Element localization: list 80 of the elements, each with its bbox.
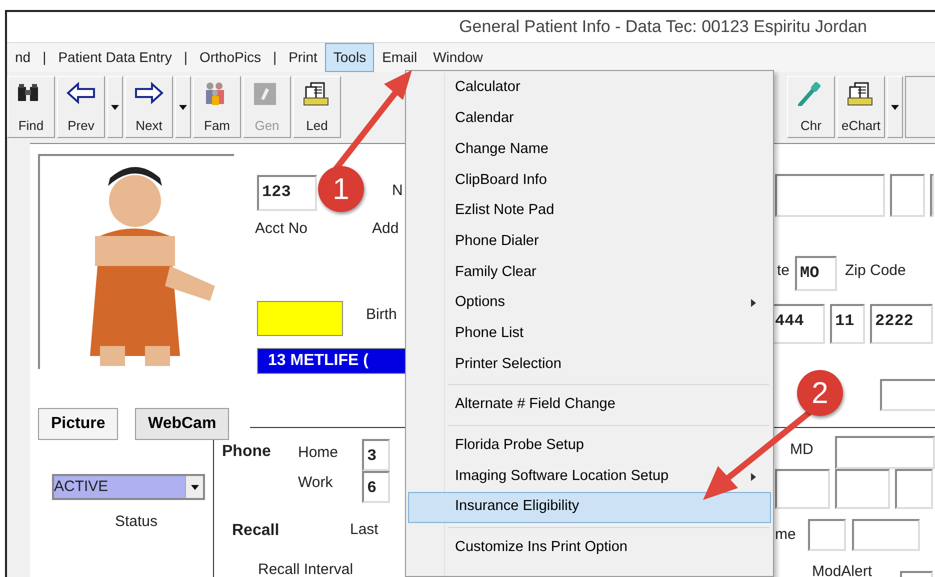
- menu-item[interactable]: Alternate # Field Change: [408, 390, 771, 421]
- field-label: me: [775, 525, 796, 545]
- toolbar-button[interactable]: Chr: [787, 76, 835, 138]
- menu-separator: |: [42, 48, 48, 67]
- dropdown-button[interactable]: [887, 76, 903, 138]
- field-label: Home: [298, 443, 338, 463]
- input-field[interactable]: 11: [830, 304, 865, 344]
- menu-item[interactable]: Florida Probe Setup: [408, 430, 771, 462]
- caret-icon: [111, 104, 119, 110]
- menu-item[interactable]: Options: [408, 288, 771, 318]
- menu-item[interactable]: OrthoPics: [191, 43, 269, 72]
- menu-item[interactable]: Ezlist Note Pad: [408, 196, 771, 226]
- toolbar-button[interactable]: Find: [7, 76, 55, 138]
- menu-item[interactable]: Calendar: [408, 104, 771, 134]
- caret-icon: [190, 484, 198, 490]
- input-field[interactable]: MO: [795, 256, 837, 291]
- tab[interactable]: Picture: [38, 408, 118, 440]
- input-field[interactable]: 123: [257, 175, 317, 211]
- left-arrow-icon: [66, 81, 96, 106]
- input-field[interactable]: 2222: [870, 304, 933, 344]
- window-title: General Patient Info - Data Tec: 00123 Espiritu Jordan: [459, 16, 867, 38]
- toolbar-button[interactable]: Next: [125, 76, 173, 138]
- menu-separator: |: [182, 48, 188, 67]
- field-label: Birth: [366, 305, 397, 325]
- input-field[interactable]: [808, 519, 846, 551]
- input-field[interactable]: [775, 174, 885, 217]
- menu-item[interactable]: Email: [374, 43, 426, 72]
- submenu-arrow-icon: [751, 299, 756, 308]
- menu-item[interactable]: Phone Dialer: [408, 226, 771, 258]
- input-field[interactable]: 3: [362, 439, 390, 471]
- menu-item[interactable]: Imaging Software Location Setup: [408, 461, 771, 492]
- menu-item[interactable]: Calculator: [408, 73, 771, 104]
- dropdown-button[interactable]: [107, 76, 123, 138]
- menu-item[interactable]: Tools: [325, 43, 374, 72]
- right-arrow-icon: [134, 81, 164, 106]
- menu-item[interactable]: Customize Ins Print Option: [408, 532, 771, 564]
- field-label: ModAlert: [812, 562, 872, 577]
- status-dropdown[interactable]: ACTIVE: [52, 474, 205, 500]
- menu-item[interactable]: Print: [280, 43, 326, 72]
- toolbar-button[interactable]: Led: [293, 76, 341, 138]
- menu-item[interactable]: Change Name: [408, 134, 771, 166]
- field-label: Recall Interval: [258, 560, 354, 577]
- dropdown-button[interactable]: [175, 76, 191, 138]
- menu-item[interactable]: Phone List: [408, 318, 771, 350]
- tab[interactable]: WebCam: [135, 408, 230, 440]
- section-label: Recall: [232, 521, 280, 541]
- field-label: Zip Code: [845, 261, 906, 281]
- section-label: Phone: [222, 442, 271, 462]
- menu-item[interactable]: Family Clear: [408, 257, 771, 288]
- input-field[interactable]: [895, 469, 933, 509]
- menu-item[interactable]: Insurance Eligibility: [408, 492, 771, 523]
- field-label: MD: [790, 440, 814, 460]
- caret-icon: [891, 104, 899, 110]
- input-field[interactable]: [890, 174, 925, 217]
- menu-item[interactable]: Patient Data Entry: [50, 43, 180, 72]
- field-label: Status: [115, 512, 158, 532]
- input-field[interactable]: [775, 469, 830, 509]
- menu-separator: |: [272, 48, 278, 67]
- menu-item[interactable]: Printer Selection: [408, 349, 771, 380]
- field-label: Acct No: [255, 219, 308, 239]
- input-field[interactable]: [930, 174, 934, 217]
- input-field[interactable]: [880, 379, 935, 411]
- menu-item[interactable]: nd: [7, 43, 39, 72]
- input-field[interactable]: [835, 436, 935, 469]
- toolbar-button[interactable]: eChart: [837, 76, 885, 138]
- toolbar-button[interactable]: Prev: [57, 76, 105, 138]
- menu-item[interactable]: Window: [425, 43, 491, 72]
- field-label: Work: [298, 473, 333, 493]
- field-label: Last: [350, 520, 378, 540]
- toolbar-button[interactable]: [905, 76, 935, 138]
- field-label: N: [392, 181, 403, 201]
- field-label: Add: [372, 219, 399, 239]
- input-field[interactable]: 6: [362, 471, 390, 503]
- caret-icon: [179, 104, 187, 110]
- input-field[interactable]: [835, 469, 890, 509]
- field-label: te: [777, 261, 790, 281]
- menu-item[interactable]: ClipBoard Info: [408, 165, 771, 196]
- input-field[interactable]: [852, 519, 920, 551]
- submenu-arrow-icon: [751, 472, 756, 481]
- toolbar-button[interactable]: Fam: [193, 76, 241, 138]
